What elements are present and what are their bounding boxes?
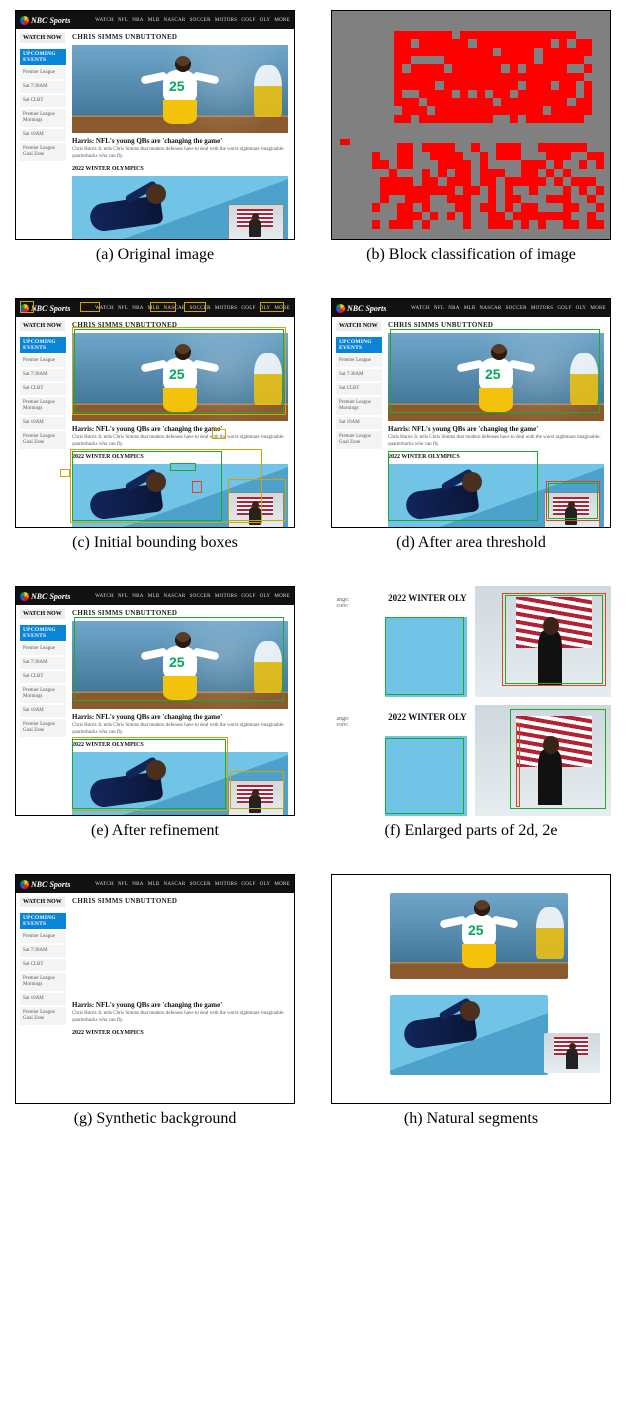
caption-h: (h) Natural segments — [404, 1110, 538, 1128]
bbox — [192, 481, 202, 493]
panel-g-synthetic: NBC Sports WATCHNFLNBA MLBNASCARSOCCER M… — [15, 874, 295, 1104]
quad-top-right — [475, 586, 611, 697]
panel-c-initial-boxes: NBC Sports WATCHNFLNBA MLBNASCARSOCCER M… — [15, 298, 295, 528]
page-title: CHRIS SIMMS UNBUTTONED — [72, 33, 288, 41]
sidebar-item: Premier League — [20, 67, 66, 79]
nav-item: NASCAR — [163, 18, 185, 23]
nbc-logo: NBC Sports — [20, 16, 70, 25]
bbox — [385, 617, 464, 695]
sidebar-item: Sat 10AM — [20, 129, 66, 141]
bbox — [212, 429, 226, 439]
panel-a-original: NBC Sports WATCH NFL NBA MLB NASCAR SOCC… — [15, 10, 295, 240]
panel-b-blockmap — [331, 10, 611, 240]
bbox — [72, 739, 226, 809]
upcoming-header: UPCOMING EVENTS — [20, 49, 66, 65]
bbox — [385, 738, 464, 813]
background-player — [254, 65, 282, 117]
bbox — [228, 479, 286, 521]
blank-story — [72, 1040, 288, 1104]
panel-f-enlarged: ange: core: 2022 WINTER OLY ange: core: … — [331, 586, 611, 816]
segment-hero: 25 — [390, 893, 568, 979]
sidebar-item: Sat CLBT — [20, 95, 66, 107]
quad-bottom-left: ange: core: 2022 WINTER OLY — [331, 705, 467, 816]
nav-item: MOTORS — [215, 18, 238, 23]
nav-item: NFL — [118, 18, 128, 23]
nav-item: SOCCER — [190, 18, 211, 23]
section-label: 2022 WINTER OLY — [388, 593, 467, 603]
sidebar: UPCOMING EVENTS Premier League Sat 7:30A… — [20, 49, 66, 161]
caption-e: (e) After refinement — [91, 822, 219, 840]
main-column: CHRIS SIMMS UNBUTTONED 25 Harris: NFL's … — [72, 33, 288, 240]
segment-inset — [544, 1033, 600, 1073]
bbox — [170, 463, 196, 471]
headline: Harris: NFL's young QBs are 'changing th… — [72, 137, 288, 145]
bbox — [60, 469, 70, 477]
nav-item: OLY — [260, 18, 271, 23]
blank-hero — [72, 909, 288, 997]
quad-top-left: ange: core: 2022 WINTER OLY — [331, 586, 467, 697]
subheadline: Chris Harris Jr. tells Chris Simms that … — [72, 147, 288, 160]
nav-item: WATCH — [95, 18, 114, 23]
bbox — [260, 302, 284, 312]
panel-e-refinement: NBC Sports WATCHNFLNBA MLBNASCARSOCCER M… — [15, 586, 295, 816]
nav-item: NBA — [132, 18, 143, 23]
caption-d: (d) After area threshold — [396, 534, 546, 552]
nav-links: WATCH NFL NBA MLB NASCAR SOCCER MOTORS G… — [74, 18, 290, 23]
nav-item: MORE — [274, 18, 290, 23]
bbox — [390, 329, 600, 413]
bbox-inset — [230, 771, 284, 809]
caption-a: (a) Original image — [96, 246, 214, 264]
bbox — [510, 709, 605, 809]
sidebar-item: Premier League Mornings — [20, 109, 66, 127]
panel-h-segments: 25 — [331, 874, 611, 1104]
jersey-number: 25 — [169, 78, 185, 94]
player-figure: 25 — [145, 52, 215, 126]
section-title: 2022 WINTER OLYMPICS — [72, 166, 288, 172]
quad-bottom-right — [475, 705, 611, 816]
story-image-2 — [72, 176, 288, 240]
bbox — [80, 302, 100, 312]
side-text: ange: core: — [336, 716, 377, 805]
sidebar-item: Premier League Goal Zone — [20, 143, 66, 161]
bbox — [74, 329, 284, 413]
skater-figure — [90, 182, 170, 240]
caption-g: (g) Synthetic background — [74, 1110, 237, 1128]
side-text: ange: core: — [336, 597, 377, 686]
segment-story2 — [390, 995, 548, 1075]
bbox — [388, 451, 538, 521]
section-label: 2022 WINTER OLY — [388, 712, 467, 722]
site-header: NBC Sports WATCH NFL NBA MLB NASCAR SOCC… — [16, 11, 294, 29]
bbox — [150, 302, 176, 312]
caption-b: (b) Block classification of image — [366, 246, 576, 264]
panel-d-area-threshold: NBC Sports WATCHNFLNBA MLBNASCARSOCCER M… — [331, 298, 611, 528]
bbox — [184, 302, 206, 312]
bbox-inset-inner — [548, 483, 598, 519]
bbox — [505, 595, 603, 684]
peacock-icon — [20, 16, 29, 25]
bbox — [20, 301, 34, 313]
sidebar-item: Sat 7:30AM — [20, 81, 66, 93]
caption-f: (f) Enlarged parts of 2d, 2e — [385, 822, 558, 840]
caption-c: (c) Initial bounding boxes — [72, 534, 238, 552]
bbox — [516, 723, 520, 807]
hero-image: 25 — [72, 45, 288, 133]
inset-thumbnail — [228, 204, 284, 240]
watch-now-badge: WATCH NOW — [20, 33, 65, 43]
nav-item: GOLF — [241, 18, 255, 23]
bbox — [74, 617, 284, 701]
brand-text: NBC Sports — [31, 16, 70, 25]
nav-item: MLB — [148, 18, 160, 23]
